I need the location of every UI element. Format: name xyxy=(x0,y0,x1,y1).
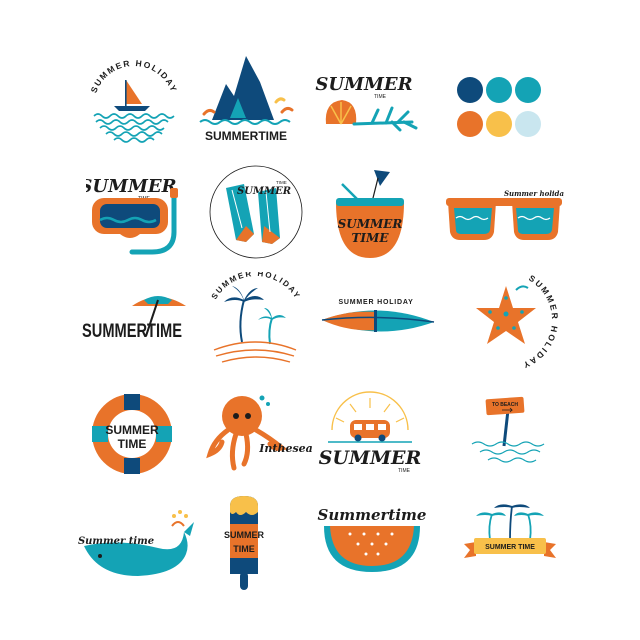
swatch-light-blue xyxy=(515,111,541,137)
sailboat-badge: SUMMER HOLIDAY xyxy=(72,58,192,158)
badge-label: Summertime xyxy=(318,506,427,524)
badge-label: TO BEACH xyxy=(492,402,518,408)
starfish-badge: SUMMER HOLIDAY xyxy=(446,262,566,371)
badge-label: Inthesea xyxy=(258,442,313,455)
sun-rays-icon xyxy=(335,398,405,423)
svg-text:SUMMER HOLIDAY: SUMMER HOLIDAY xyxy=(88,58,179,94)
palette-swatches xyxy=(448,70,568,170)
seashell-badge: SUMMER TIME xyxy=(312,66,432,166)
badge-label: SUMMER HOLIDAY xyxy=(338,299,413,306)
camper-van-icon xyxy=(350,420,390,442)
badge-label: SUMMERTIME xyxy=(205,129,287,143)
watermelon-badge: Summertime xyxy=(316,500,436,600)
surfboard-icon xyxy=(321,310,435,332)
whale-badge: Summer time xyxy=(78,508,198,608)
popsicle-icon xyxy=(230,496,258,590)
badge-label: SUMMER HOLIDAY xyxy=(88,58,177,94)
badge-label: SUMMER TIME xyxy=(485,544,535,551)
starfish-icon xyxy=(476,286,536,344)
lifebuoy-badge: SUMMER TIME xyxy=(80,386,200,486)
umbrella-badge: SUMMERTIME xyxy=(78,288,198,388)
palm-tree-icon xyxy=(476,504,544,541)
van-badge: SUMMER TIME xyxy=(318,390,438,490)
flippers-badge: SUMMER TIME xyxy=(196,162,316,262)
badge-sublabel: TIME xyxy=(276,180,287,185)
summer-badge-sheet: SUMMER HOLIDAY SUMMERTIME SUMMER TIME SU… xyxy=(0,0,640,640)
swatch-yellow xyxy=(486,111,512,137)
waves-icon xyxy=(471,441,545,463)
diving-mask-icon xyxy=(92,198,168,238)
badge-sublabel: TIME xyxy=(233,544,255,554)
swatch-teal-2 xyxy=(515,77,541,103)
octopus-badge: Inthesea xyxy=(200,390,320,490)
popsicle-badge: SUMMER TIME xyxy=(212,494,332,594)
palm-ribbon-badge: SUMMER TIME xyxy=(460,498,580,598)
badge-label: SUMMER xyxy=(105,423,159,437)
coral-icon xyxy=(352,106,418,132)
surfboard-badge: SUMMER HOLIDAY xyxy=(318,292,438,392)
badge-sublabel: TIME xyxy=(352,231,390,245)
badge-label: Summer holiday xyxy=(504,189,564,198)
watermelon-icon xyxy=(324,526,420,572)
sand-dunes-icon xyxy=(213,341,297,363)
badge-label: SUMMER xyxy=(319,447,422,469)
whale-icon xyxy=(84,522,194,576)
badge-label: SUMMER xyxy=(315,74,412,95)
waves-icon xyxy=(93,113,175,143)
badge-label: SUMMER xyxy=(224,530,264,540)
badge-label: Summer time xyxy=(78,536,154,547)
beach-sign-badge: TO BEACH xyxy=(466,392,586,492)
palm-tree-icon xyxy=(224,286,286,345)
swatch-orange xyxy=(457,111,483,137)
snorkel-badge: SUMMER TIME xyxy=(86,168,206,268)
sunglasses-icon xyxy=(446,198,562,240)
palm-island-badge: SUMMER HOLIDAY xyxy=(196,272,316,372)
badge-sublabel: TIME xyxy=(374,94,387,100)
sunglasses-badge: Summer holiday xyxy=(444,176,564,276)
octopus-icon xyxy=(206,396,288,471)
coconut-badge: SUMMER TIME xyxy=(318,162,438,262)
seashell-icon xyxy=(325,100,357,125)
water-spout-icon xyxy=(172,510,188,518)
badge-label: SUMMER xyxy=(86,176,177,197)
badge-label: SUMMER xyxy=(237,186,291,197)
swatch-navy xyxy=(457,77,483,103)
badge-label: SUMMER xyxy=(338,217,403,231)
mountain-badge: SUMMERTIME xyxy=(190,52,310,152)
swatch-teal xyxy=(486,77,512,103)
badge-sublabel: TIME xyxy=(118,437,147,451)
badge-label: SUMMERTIME xyxy=(82,321,182,342)
badge-sublabel: TIME xyxy=(398,468,411,474)
mountain-icon xyxy=(202,56,294,120)
sailboat-icon xyxy=(114,80,150,111)
